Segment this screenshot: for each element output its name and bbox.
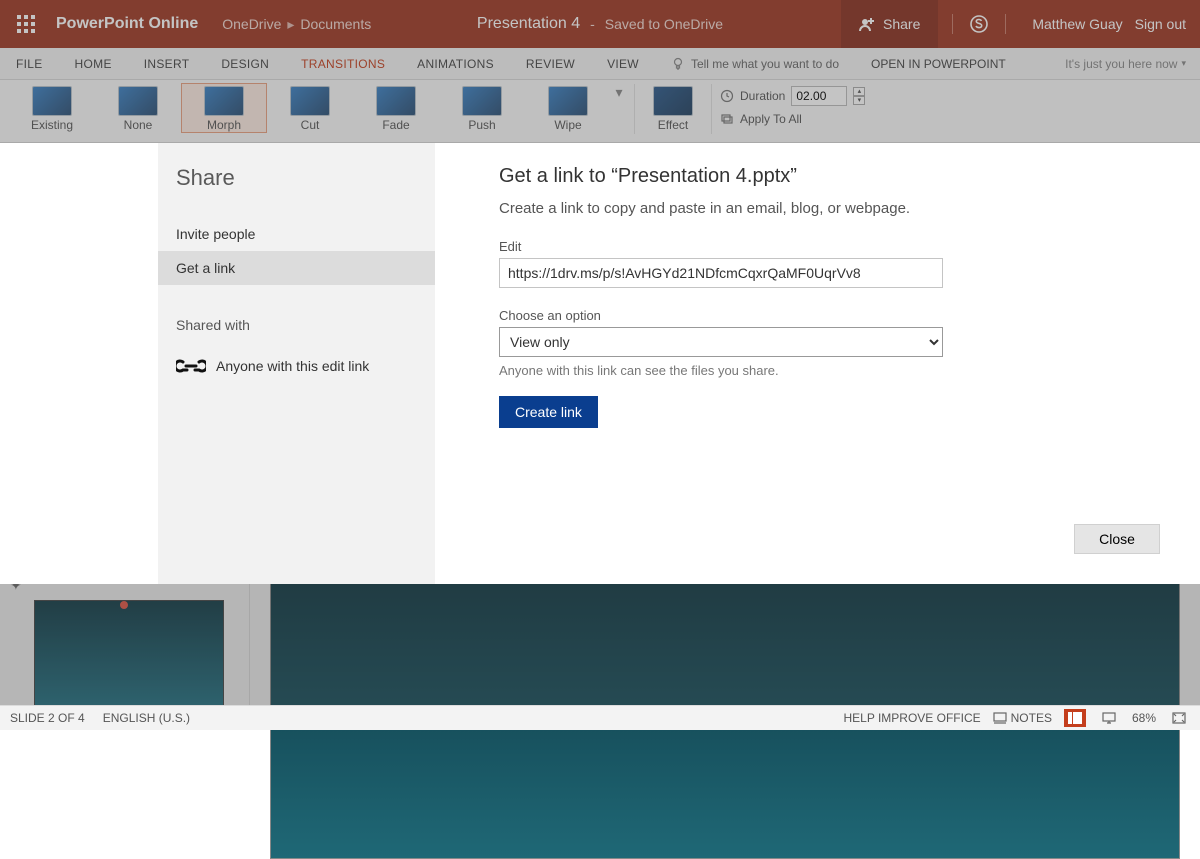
transition-fade[interactable]: Fade [354,84,438,132]
permission-hint: Anyone with this link can see the files … [499,363,1160,378]
chevron-right-icon: ▸ [287,16,294,33]
shared-with-entry-label: Anyone with this edit link [216,358,369,374]
apply-to-all-button[interactable]: Apply To All [720,112,865,126]
effect-options-button[interactable]: Effect [643,84,703,132]
transition-morph[interactable]: Morph [182,84,266,132]
slide-counter[interactable]: SLIDE 2 OF 4 [10,711,85,725]
tell-me-placeholder: Tell me what you want to do [691,57,839,71]
file-title[interactable]: Presentation 4 [477,15,580,33]
skype-button[interactable] [967,12,991,36]
user-name[interactable]: Matthew Guay [1032,16,1122,32]
notes-label: NOTES [1011,711,1052,725]
app-launcher-button[interactable] [8,6,44,42]
open-in-powerpoint[interactable]: OPEN IN POWERPOINT [855,48,1022,79]
language-indicator[interactable]: ENGLISH (U.S.) [103,711,190,725]
effect-options-label: Effect [658,118,688,132]
title-bar: PowerPoint Online OneDrive ▸ Documents P… [0,0,1200,48]
breadcrumb-onedrive[interactable]: OneDrive [222,16,281,32]
transition-push[interactable]: Push [440,84,524,132]
share-dialog-sidebar: Share Invite people Get a link Shared wi… [158,143,435,584]
slideshow-view-button[interactable] [1098,709,1120,727]
presence-indicator[interactable]: It's just you here now ▾ [1051,48,1200,79]
link-permission-select[interactable]: View only [499,327,943,357]
ribbon-transitions: Existing None Morph Cut Fade Push Wipe ▾… [0,80,1200,143]
share-nav-get-link[interactable]: Get a link [158,251,435,285]
notes-toggle[interactable]: NOTES [993,711,1052,725]
transition-wipe[interactable]: Wipe [526,84,610,132]
lightbulb-icon [671,57,685,71]
share-dialog-title: Share [176,165,435,191]
tab-view[interactable]: VIEW [591,48,655,79]
transition-label: None [124,118,153,132]
get-link-subtitle: Create a link to copy and paste in an em… [499,200,1160,217]
normal-view-icon [1068,712,1082,724]
apply-all-icon [720,112,734,126]
transition-label: Morph [207,118,241,132]
transition-timing-group: Duration ▴▾ Apply To All [720,84,865,126]
duration-spinner[interactable]: ▴▾ [853,87,865,105]
tab-design[interactable]: DESIGN [205,48,285,79]
tab-review[interactable]: REVIEW [510,48,591,79]
transition-existing[interactable]: Existing [10,84,94,132]
transition-label: Existing [31,118,73,132]
apply-all-label: Apply To All [740,112,802,126]
shared-with-label: Shared with [176,317,435,333]
zoom-level[interactable]: 68% [1132,711,1156,725]
link-icon [176,357,206,375]
notes-icon [993,712,1007,724]
transition-cut[interactable]: Cut [268,84,352,132]
duration-input[interactable] [791,86,847,106]
transition-gallery-more[interactable]: ▾ [612,84,626,101]
edit-link-label: Edit [499,239,1160,254]
ribbon-tabs: FILE HOME INSERT DESIGN TRANSITIONS ANIM… [0,48,1200,80]
save-status: Saved to OneDrive [590,16,723,32]
clock-icon [720,89,734,103]
shared-with-entry[interactable]: Anyone with this edit link [176,357,435,375]
duration-label: Duration [740,89,785,103]
transition-none[interactable]: None [96,84,180,132]
help-improve-link[interactable]: HELP IMPROVE OFFICE [843,711,980,725]
app-name: PowerPoint Online [56,15,198,33]
slideshow-icon [1102,712,1116,724]
tab-home[interactable]: HOME [59,48,128,79]
tab-insert[interactable]: INSERT [128,48,206,79]
skype-icon [969,14,989,34]
breadcrumb-documents[interactable]: Documents [300,16,371,32]
share-dialog: Share Invite people Get a link Shared wi… [0,143,1200,584]
share-icon [859,16,875,32]
waffle-icon [17,15,35,33]
share-link-input[interactable] [499,258,943,288]
share-button-label: Share [883,16,920,32]
tab-file[interactable]: FILE [0,48,59,79]
fit-to-window-button[interactable] [1168,709,1190,727]
create-link-button[interactable]: Create link [499,396,598,428]
sign-out-link[interactable]: Sign out [1135,16,1186,32]
presence-text: It's just you here now [1065,57,1177,71]
share-dialog-main: Get a link to “Presentation 4.pptx” Crea… [435,143,1200,584]
status-bar: SLIDE 2 OF 4 ENGLISH (U.S.) HELP IMPROVE… [0,705,1200,730]
get-link-title: Get a link to “Presentation 4.pptx” [499,165,1160,188]
tab-animations[interactable]: ANIMATIONS [401,48,510,79]
chevron-down-icon: ▾ [1181,58,1186,69]
normal-view-button[interactable] [1064,709,1086,727]
choose-option-label: Choose an option [499,308,1160,323]
close-button[interactable]: Close [1074,524,1160,554]
transition-label: Wipe [554,118,581,132]
transition-label: Fade [382,118,409,132]
share-nav-invite-people[interactable]: Invite people [158,217,435,251]
share-button[interactable]: Share [841,0,938,48]
tell-me-search[interactable]: Tell me what you want to do [655,48,855,79]
transition-label: Cut [301,118,320,132]
slide-thumbnail[interactable] [34,600,224,708]
fit-icon [1172,712,1186,724]
tab-transitions[interactable]: TRANSITIONS [285,48,401,79]
transition-label: Push [468,118,495,132]
breadcrumb: OneDrive ▸ Documents [222,16,371,33]
